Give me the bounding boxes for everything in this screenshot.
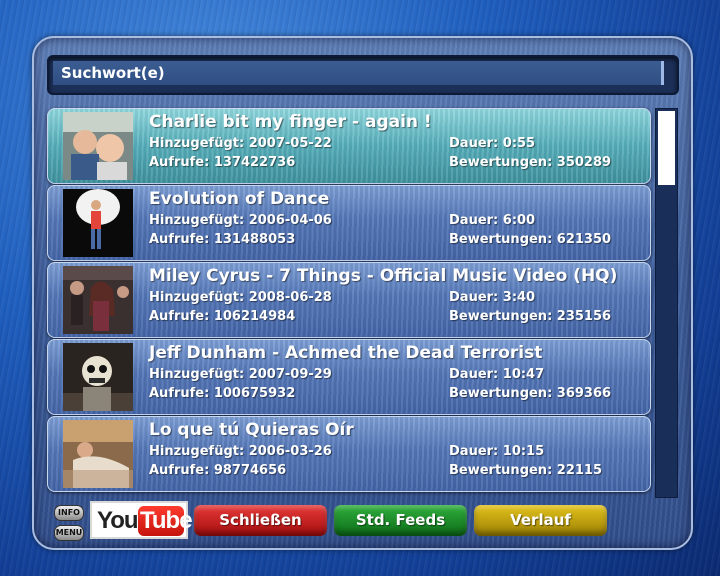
video-duration: Dauer: 6:00 (449, 213, 536, 228)
video-thumbnail (63, 420, 133, 488)
video-added-date: Hinzugefügt: 2006-04-06 (149, 213, 332, 228)
video-title: Evolution of Dance (149, 189, 330, 209)
logo-tube-box: Tube (138, 506, 193, 536)
logo-you-text: You (97, 507, 139, 534)
video-item-charlie[interactable]: Charlie bit my finger - again ! Hinzugef… (47, 108, 651, 184)
video-list: Charlie bit my finger - again ! Hinzugef… (47, 108, 651, 496)
video-views: Aufrufe: 137422736 (149, 155, 296, 170)
video-thumbnail (63, 343, 133, 411)
youtube-logo: You Tube (90, 501, 193, 539)
video-title: Jeff Dunham - Achmed the Dead Terrorist (149, 343, 543, 363)
video-ratings: Bewertungen: 369366 (449, 386, 612, 401)
video-item-lo-que-tu-quieras[interactable]: Lo que tú Quieras Oír Hinzugefügt: 2006-… (47, 416, 651, 492)
video-title: Miley Cyrus - 7 Things - Official Music … (149, 266, 618, 286)
logo-tube-text: Tube (140, 507, 193, 534)
menu-key-icon[interactable]: MENU (54, 525, 84, 541)
video-ratings: Bewertungen: 621350 (449, 232, 612, 247)
video-thumbnail (63, 266, 133, 334)
video-views: Aufrufe: 106214984 (149, 309, 296, 324)
video-item-evolution[interactable]: Evolution of Dance Hinzugefügt: 2006-04-… (47, 185, 651, 261)
video-views: Aufrufe: 98774656 (149, 463, 287, 478)
close-button[interactable]: Schließen (194, 505, 327, 536)
video-added-date: Hinzugefügt: 2008-06-28 (149, 290, 332, 305)
video-ratings: Bewertungen: 350289 (449, 155, 612, 170)
video-ratings: Bewertungen: 22115 (449, 463, 603, 478)
search-field[interactable]: Suchwort(e) (47, 55, 679, 95)
video-title: Charlie bit my finger - again ! (149, 112, 432, 132)
video-views: Aufrufe: 100675932 (149, 386, 296, 401)
video-added-date: Hinzugefügt: 2007-09-29 (149, 367, 332, 382)
history-button[interactable]: Verlauf (474, 505, 607, 536)
video-added-date: Hinzugefügt: 2006-03-26 (149, 444, 332, 459)
video-added-date: Hinzugefügt: 2007-05-22 (149, 136, 332, 151)
video-duration: Dauer: 10:15 (449, 444, 545, 459)
video-views: Aufrufe: 131488053 (149, 232, 296, 247)
scrollbar[interactable] (655, 108, 678, 498)
video-title: Lo que tú Quieras Oír (149, 420, 354, 440)
video-duration: Dauer: 0:55 (449, 136, 536, 151)
search-label: Suchwort(e) (61, 64, 165, 82)
video-item-miley[interactable]: Miley Cyrus - 7 Things - Official Music … (47, 262, 651, 338)
scrollbar-thumb[interactable] (658, 111, 675, 185)
video-duration: Dauer: 10:47 (449, 367, 545, 382)
video-item-achmed[interactable]: Jeff Dunham - Achmed the Dead Terrorist … (47, 339, 651, 415)
video-ratings: Bewertungen: 235156 (449, 309, 612, 324)
video-duration: Dauer: 3:40 (449, 290, 536, 305)
info-key-icon[interactable]: INFO (54, 505, 84, 521)
video-thumbnail (63, 112, 133, 180)
search-input[interactable]: Suchwort(e) (53, 61, 664, 85)
video-thumbnail (63, 189, 133, 257)
remote-keys: INFO MENU (54, 505, 84, 541)
std-feeds-button[interactable]: Std. Feeds (334, 505, 467, 536)
